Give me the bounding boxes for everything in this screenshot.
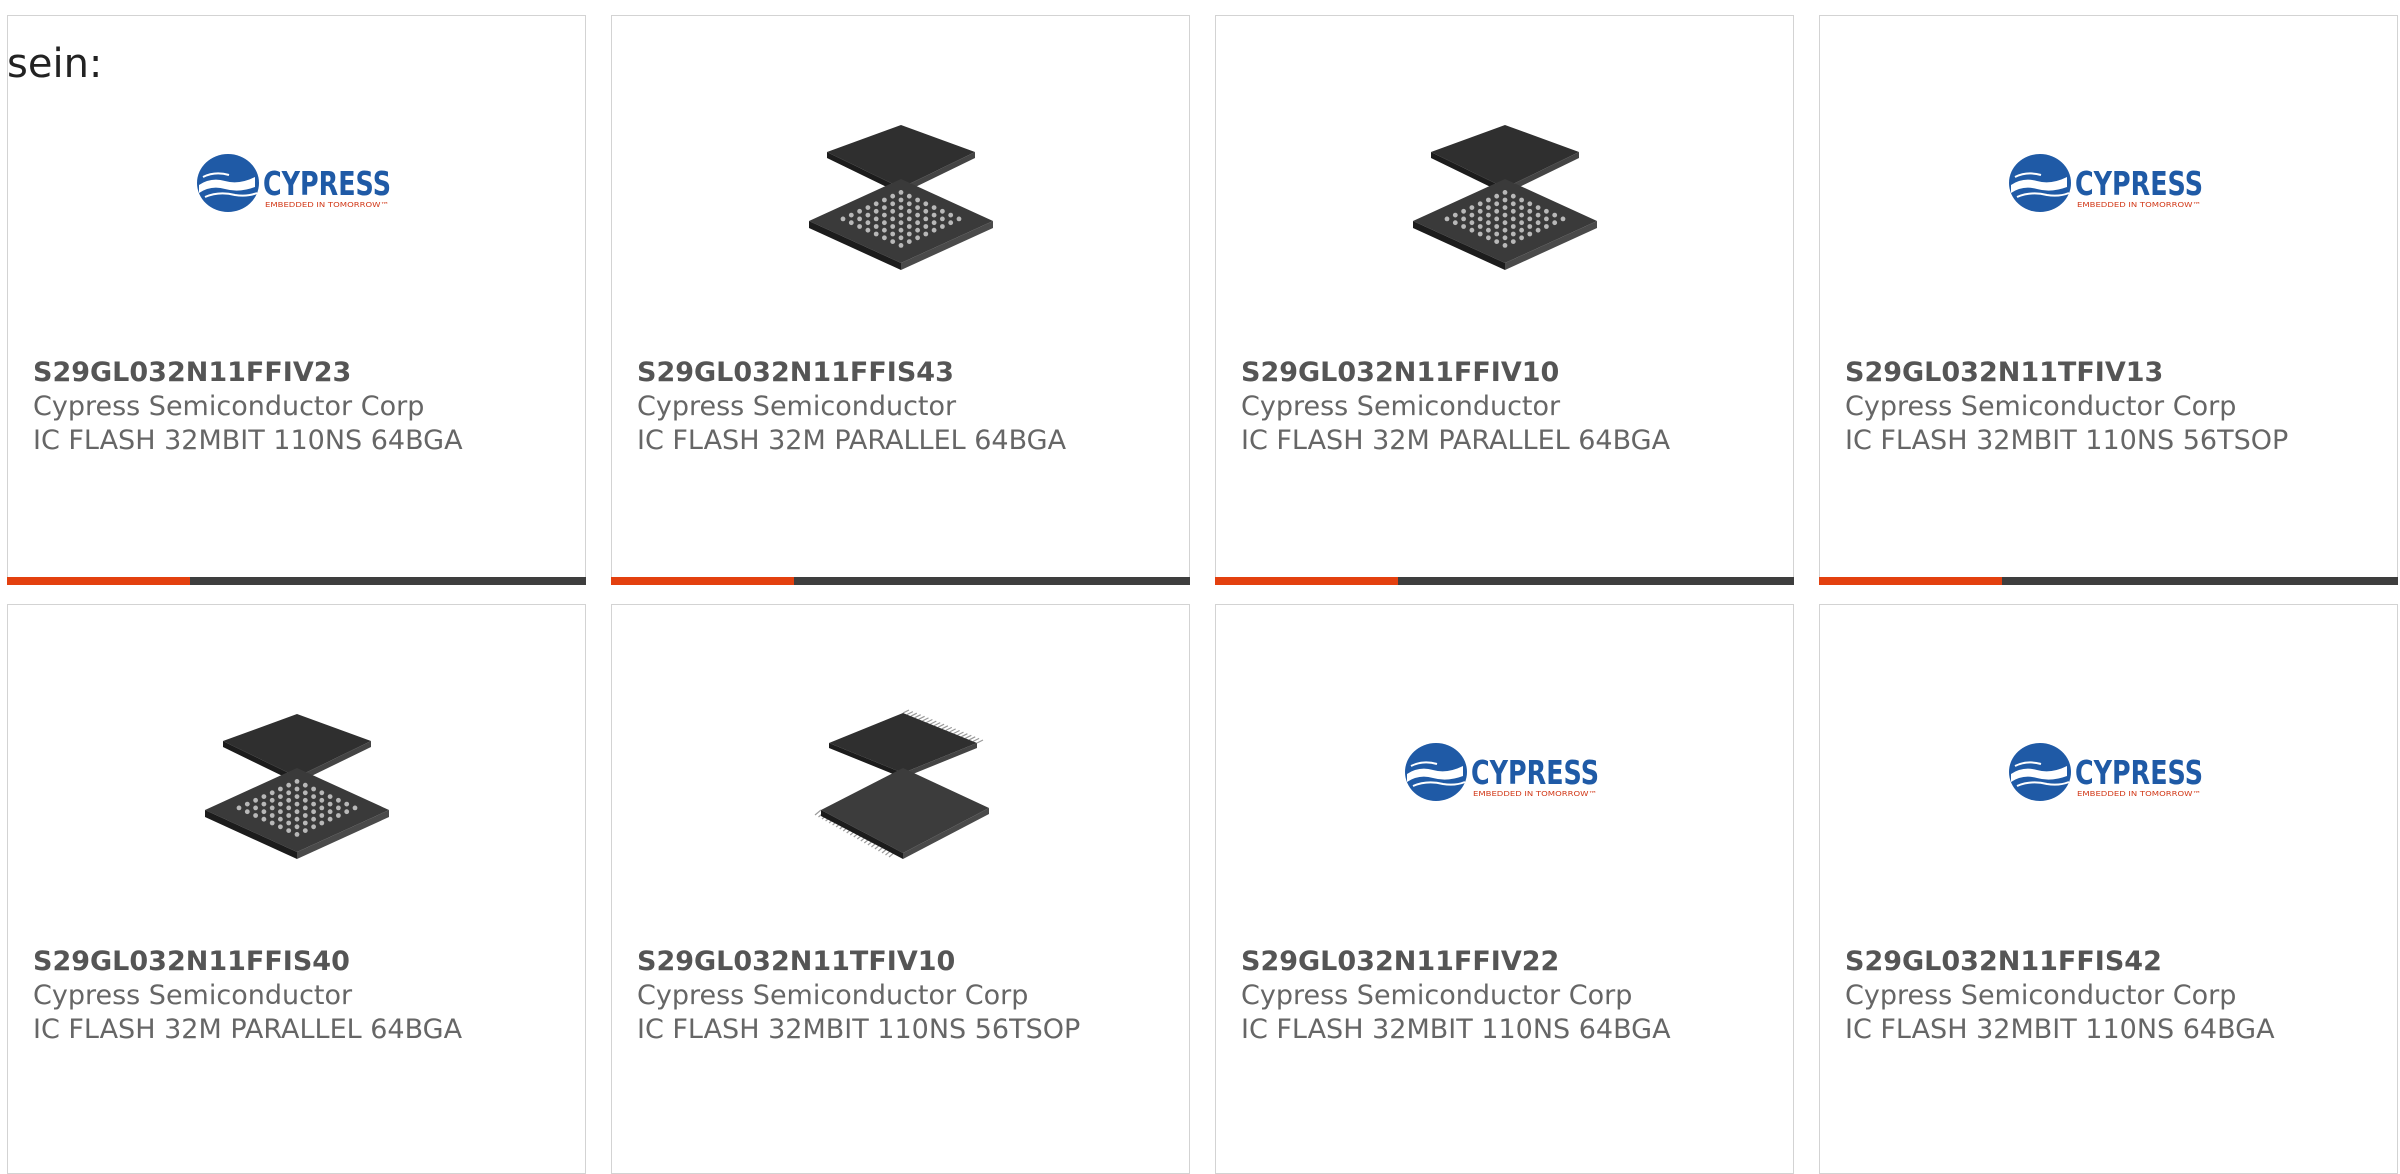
- product-image[interactable]: [1403, 84, 1608, 289]
- product-image[interactable]: CYPRESS EMBEDDED IN TOMORROW™: [1403, 673, 1608, 878]
- product-info: S29GL032N11FFIV22 Cypress Semiconductor …: [1241, 945, 1783, 1047]
- product-info: S29GL032N11TFIV10 Cypress Semiconductor …: [637, 945, 1179, 1047]
- product-info: S29GL032N11FFIV10 Cypress Semiconductor …: [1241, 356, 1783, 458]
- part-number[interactable]: S29GL032N11FFIS40: [33, 945, 575, 979]
- product-card[interactable]: S29GL032N11FFIS40 Cypress Semiconductor …: [7, 604, 586, 1174]
- description: IC FLASH 32MBIT 110NS 56TSOP: [637, 1014, 1081, 1045]
- part-number[interactable]: S29GL032N11FFIS42: [1845, 945, 2387, 979]
- description: IC FLASH 32M PARALLEL 64BGA: [637, 425, 1067, 456]
- card-footer-accent: [1819, 577, 2002, 585]
- product-card[interactable]: CYPRESS EMBEDDED IN TOMORROW™ S29GL032N1…: [1819, 15, 2398, 585]
- product-info: S29GL032N11FFIV23 Cypress Semiconductor …: [33, 356, 575, 458]
- tsop-chip-icon: [814, 709, 989, 859]
- cypress-logo-icon: CYPRESS EMBEDDED IN TOMORROW™: [1405, 742, 1599, 801]
- part-number[interactable]: S29GL032N11FFIV22: [1241, 945, 1783, 979]
- svg-text:CYPRESS: CYPRESS: [2075, 164, 2203, 203]
- svg-text:EMBEDDED IN TOMORROW™: EMBEDDED IN TOMORROW™: [1473, 790, 1597, 798]
- card-footer-bar: [611, 577, 1190, 585]
- product-image[interactable]: [799, 673, 1004, 878]
- description: IC FLASH 32MBIT 110NS 64BGA: [1241, 1014, 1671, 1045]
- bga-chip-icon: [809, 125, 993, 270]
- product-card[interactable]: CYPRESS EMBEDDED IN TOMORROW™ S29GL032N1…: [7, 15, 586, 585]
- manufacturer: Cypress Semiconductor Corp: [33, 391, 425, 422]
- product-info: S29GL032N11FFIS40 Cypress Semiconductor …: [33, 945, 575, 1047]
- part-number[interactable]: S29GL032N11FFIV10: [1241, 356, 1783, 390]
- card-footer-bar: [1215, 577, 1794, 585]
- product-card[interactable]: S29GL032N11FFIV10 Cypress Semiconductor …: [1215, 15, 1794, 585]
- product-image[interactable]: CYPRESS EMBEDDED IN TOMORROW™: [2007, 84, 2212, 289]
- svg-text:EMBEDDED IN TOMORROW™: EMBEDDED IN TOMORROW™: [265, 201, 389, 209]
- product-card[interactable]: CYPRESS EMBEDDED IN TOMORROW™ S29GL032N1…: [1215, 604, 1794, 1174]
- intro-text: sein:: [7, 41, 103, 87]
- manufacturer: Cypress Semiconductor Corp: [1241, 980, 1633, 1011]
- part-number[interactable]: S29GL032N11FFIS43: [637, 356, 1179, 390]
- product-card[interactable]: CYPRESS EMBEDDED IN TOMORROW™ S29GL032N1…: [1819, 604, 2398, 1174]
- description: IC FLASH 32MBIT 110NS 64BGA: [33, 425, 463, 456]
- svg-text:EMBEDDED IN TOMORROW™: EMBEDDED IN TOMORROW™: [2077, 201, 2201, 209]
- svg-text:CYPRESS: CYPRESS: [2075, 753, 2203, 792]
- bga-chip-icon: [205, 714, 389, 859]
- card-footer-accent: [611, 577, 794, 585]
- product-info: S29GL032N11TFIV13 Cypress Semiconductor …: [1845, 356, 2387, 458]
- svg-text:CYPRESS: CYPRESS: [1471, 753, 1599, 792]
- part-number[interactable]: S29GL032N11FFIV23: [33, 356, 575, 390]
- product-image[interactable]: [195, 673, 400, 878]
- product-info: S29GL032N11FFIS43 Cypress Semiconductor …: [637, 356, 1179, 458]
- card-footer-bar: [7, 577, 586, 585]
- manufacturer: Cypress Semiconductor Corp: [1845, 980, 2237, 1011]
- description: IC FLASH 32MBIT 110NS 64BGA: [1845, 1014, 2275, 1045]
- bga-chip-icon: [1413, 125, 1597, 270]
- product-card[interactable]: S29GL032N11TFIV10 Cypress Semiconductor …: [611, 604, 1190, 1174]
- description: IC FLASH 32M PARALLEL 64BGA: [1241, 425, 1671, 456]
- manufacturer: Cypress Semiconductor: [33, 980, 353, 1011]
- product-info: S29GL032N11FFIS42 Cypress Semiconductor …: [1845, 945, 2387, 1047]
- cypress-logo-icon: CYPRESS EMBEDDED IN TOMORROW™: [2009, 153, 2203, 212]
- part-number[interactable]: S29GL032N11TFIV10: [637, 945, 1179, 979]
- description: IC FLASH 32M PARALLEL 64BGA: [33, 1014, 463, 1045]
- card-footer-accent: [1215, 577, 1398, 585]
- manufacturer: Cypress Semiconductor: [637, 391, 957, 422]
- manufacturer: Cypress Semiconductor: [1241, 391, 1561, 422]
- product-image[interactable]: CYPRESS EMBEDDED IN TOMORROW™: [2007, 673, 2212, 878]
- card-footer-bar: [1819, 577, 2398, 585]
- part-number[interactable]: S29GL032N11TFIV13: [1845, 356, 2387, 390]
- manufacturer: Cypress Semiconductor Corp: [1845, 391, 2237, 422]
- svg-text:CYPRESS: CYPRESS: [263, 164, 391, 203]
- cypress-logo-icon: CYPRESS EMBEDDED IN TOMORROW™: [197, 153, 391, 212]
- cypress-logo-icon: CYPRESS EMBEDDED IN TOMORROW™: [2009, 742, 2203, 801]
- description: IC FLASH 32MBIT 110NS 56TSOP: [1845, 425, 2289, 456]
- manufacturer: Cypress Semiconductor Corp: [637, 980, 1029, 1011]
- product-image[interactable]: CYPRESS EMBEDDED IN TOMORROW™: [195, 84, 400, 289]
- product-card[interactable]: S29GL032N11FFIS43 Cypress Semiconductor …: [611, 15, 1190, 585]
- card-footer-accent: [7, 577, 190, 585]
- product-image[interactable]: [799, 84, 1004, 289]
- svg-text:EMBEDDED IN TOMORROW™: EMBEDDED IN TOMORROW™: [2077, 790, 2201, 798]
